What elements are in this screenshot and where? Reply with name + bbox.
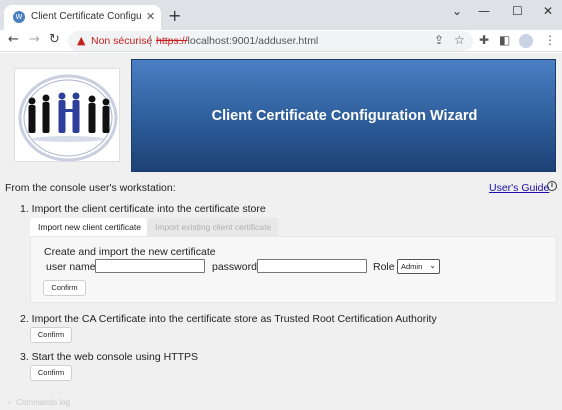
minimize-icon[interactable]: — xyxy=(478,4,490,18)
close-tab-icon[interactable]: ✕ xyxy=(146,10,155,23)
warning-icon: ▲ xyxy=(77,34,86,47)
back-icon[interactable]: ← xyxy=(8,32,19,47)
not-secure-label[interactable]: Non sécurisé xyxy=(91,35,152,47)
page-title: Client Certificate Configuration Wizard xyxy=(211,108,478,124)
tab-title: Client Certificate Configuration W xyxy=(31,11,141,22)
close-window-icon[interactable]: ✕ xyxy=(543,4,553,18)
panel-heading: Create and import the new certificate xyxy=(44,246,216,258)
role-label: Role xyxy=(373,261,395,273)
maximize-icon[interactable]: ☐ xyxy=(512,4,523,18)
role-select[interactable]: Admin ⌄ xyxy=(397,259,440,274)
browser-toolbar: ← → ↻ ▲ Non sécurisé https://localhost:9… xyxy=(0,30,562,52)
step2-title: 2. Import the CA Certificate into the ce… xyxy=(20,313,437,325)
step1-confirm-button[interactable]: Confirm xyxy=(43,280,86,296)
new-certificate-panel: Create and import the new certificate us… xyxy=(30,236,557,303)
chevron-right-icon: › xyxy=(8,398,12,407)
forward-icon[interactable]: → xyxy=(29,32,40,47)
share-icon[interactable]: ⇪ xyxy=(434,33,444,47)
commands-log-toggle[interactable]: › Commands log xyxy=(8,398,70,407)
extensions-puzzle-icon[interactable]: ✚ xyxy=(479,33,489,47)
step1-title: 1. Import the client certificate into th… xyxy=(20,203,266,215)
intro-text: From the console user's workstation: xyxy=(5,182,176,194)
wizard-banner: Client Certificate Configuration Wizard xyxy=(131,59,556,172)
page-content: Client Certificate Configuration Wizard … xyxy=(0,53,562,410)
users-guide-link[interactable]: User's Guide xyxy=(489,182,549,194)
username-input[interactable] xyxy=(95,259,205,273)
password-label: password xyxy=(212,261,257,273)
step2-confirm-button[interactable]: Confirm xyxy=(30,327,72,343)
menu-kebab-icon[interactable]: ⋮ xyxy=(544,33,556,47)
info-icon[interactable]: i xyxy=(547,181,557,191)
role-selected-value: Admin xyxy=(401,262,423,271)
profile-avatar[interactable] xyxy=(519,34,533,48)
tab-search-chevron-icon[interactable]: ⌄ xyxy=(452,4,462,18)
new-tab-icon[interactable]: + xyxy=(168,6,181,25)
address-bar[interactable]: ▲ Non sécurisé https://localhost:9001/ad… xyxy=(68,31,473,51)
url-path: localhost:9001/adduser.html xyxy=(187,35,319,47)
commands-log-label: Commands log xyxy=(16,398,71,407)
step3-confirm-button[interactable]: Confirm xyxy=(30,365,72,381)
browser-tab[interactable]: W Client Certificate Configuration W ✕ xyxy=(4,5,161,30)
side-panel-icon[interactable]: ◧ xyxy=(499,33,510,47)
password-input[interactable] xyxy=(257,259,367,273)
omnibox-divider xyxy=(150,35,151,47)
reload-icon[interactable]: ↻ xyxy=(49,32,60,47)
url-scheme: https:// xyxy=(156,35,188,47)
url-text[interactable]: https://localhost:9001/adduser.html xyxy=(156,35,318,47)
chevron-down-icon: ⌄ xyxy=(429,261,436,270)
step3-title: 3. Start the web console using HTTPS xyxy=(20,351,199,363)
business-people-logo xyxy=(14,68,120,162)
bookmark-star-icon[interactable]: ☆ xyxy=(454,33,465,47)
username-label: user name xyxy=(46,261,96,273)
globe-icon: W xyxy=(13,11,25,23)
tab-import-existing-certificate[interactable]: Import existing client certificate xyxy=(147,218,278,237)
browser-titlebar: W Client Certificate Configuration W ✕ +… xyxy=(0,0,562,30)
tab-import-new-certificate[interactable]: Import new client certificate xyxy=(30,218,147,237)
